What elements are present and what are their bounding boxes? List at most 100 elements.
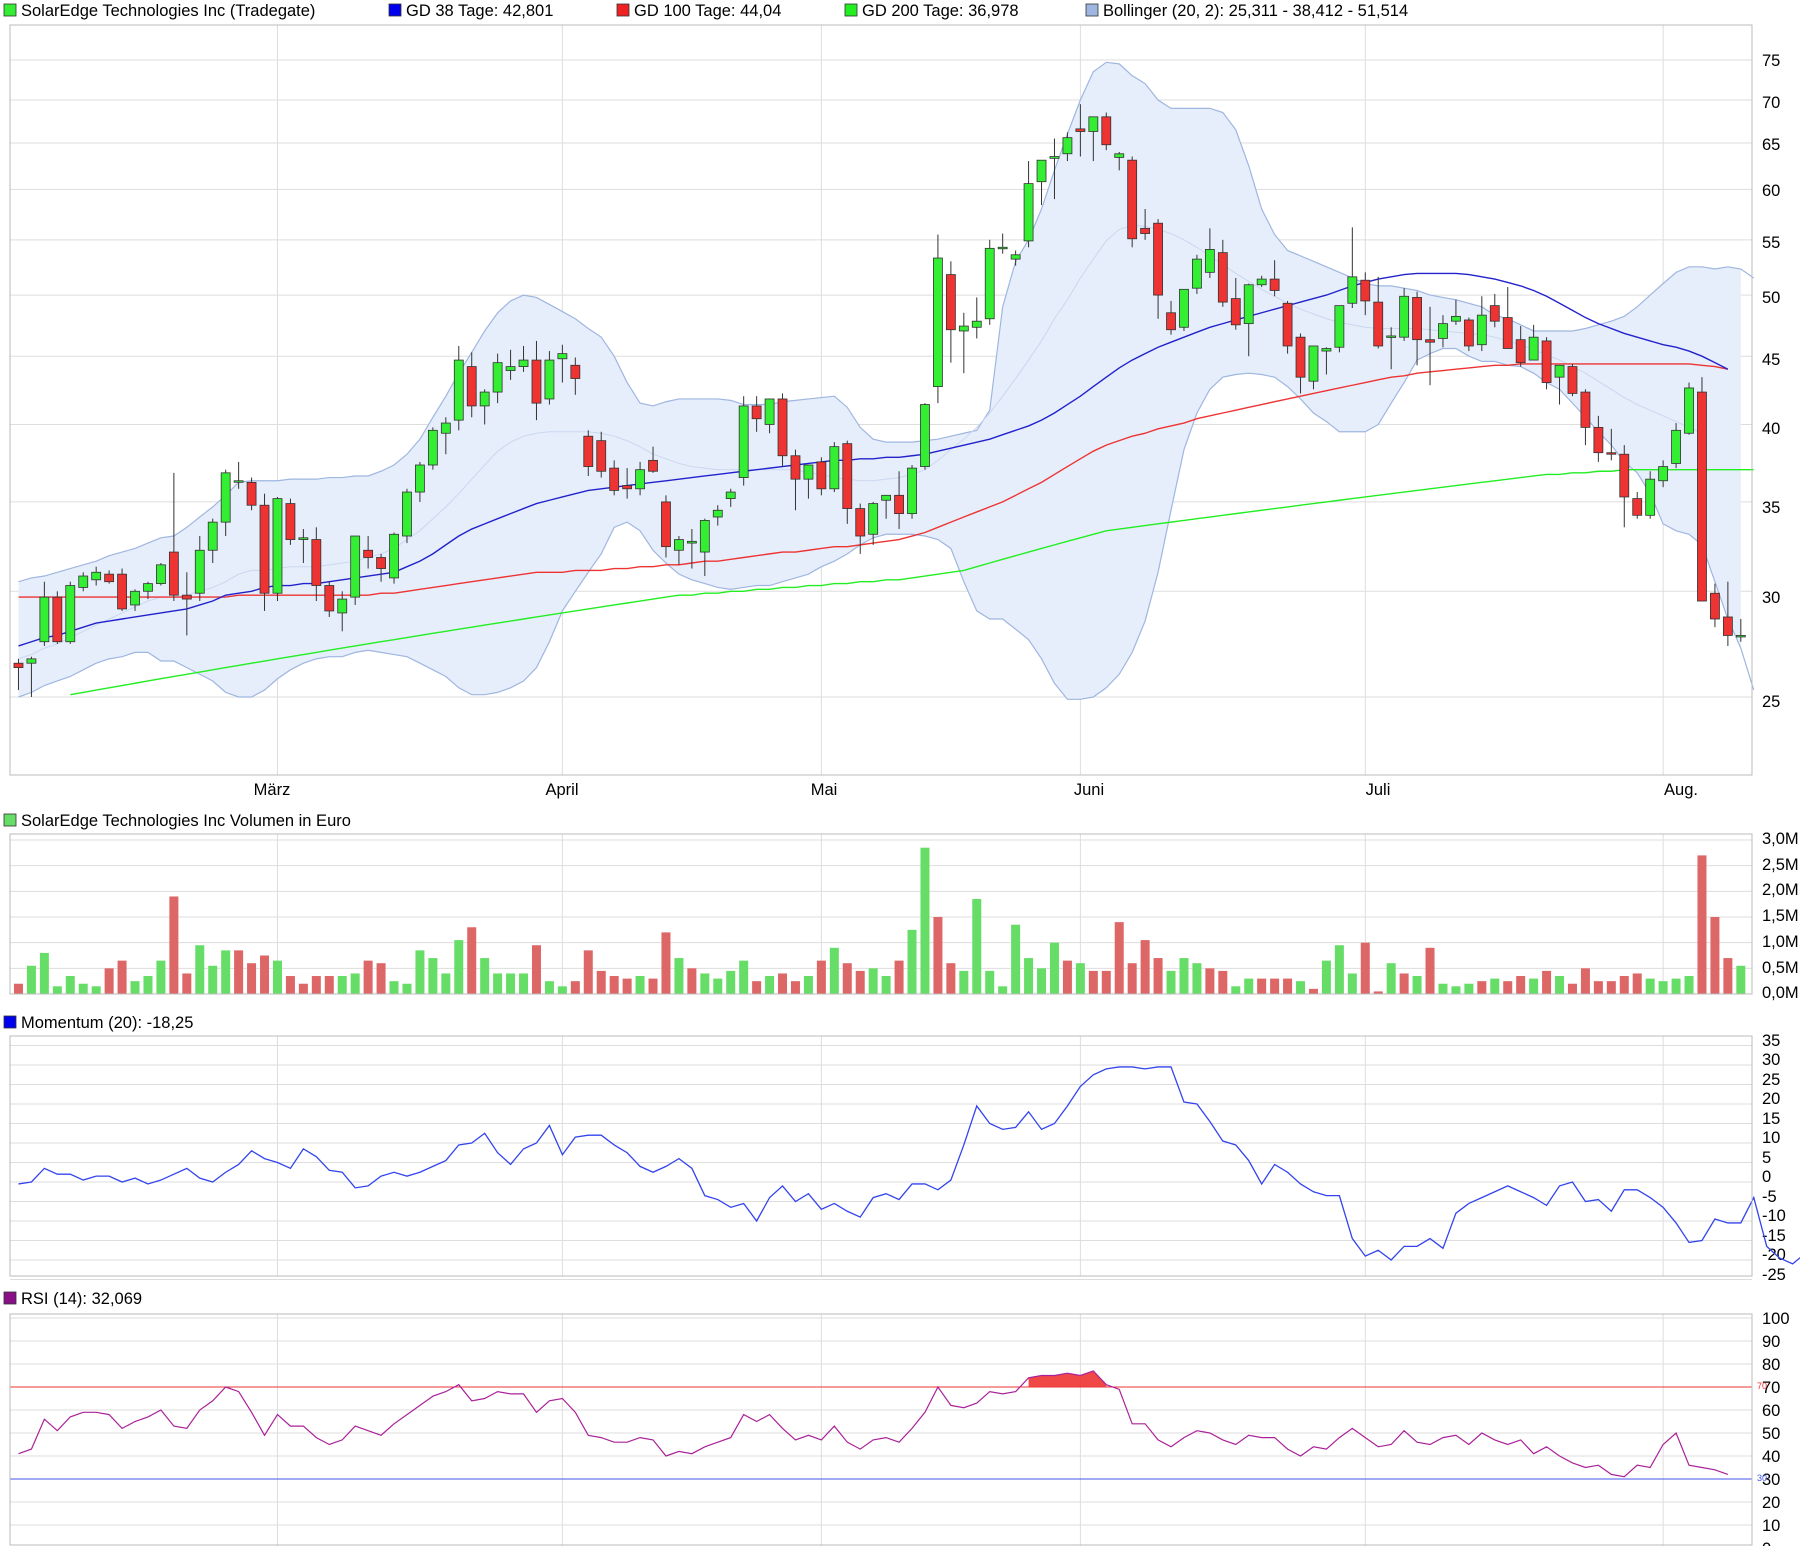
volume-bar — [1334, 945, 1344, 994]
y-tick-label: -20 — [1762, 1246, 1786, 1264]
legend-item-gd100: GD 100 Tage: 44,04 — [616, 2, 781, 20]
candle-body — [1710, 592, 1720, 620]
volume-bar — [1049, 942, 1059, 994]
candle-body — [803, 464, 814, 480]
candle-body — [1140, 227, 1151, 234]
candle-body — [933, 257, 943, 388]
candle — [1282, 300, 1293, 354]
candle-body — [117, 573, 127, 610]
candle-body — [78, 575, 89, 588]
candle-body — [1114, 153, 1125, 158]
legend-swatch — [844, 3, 858, 17]
candle-body — [842, 443, 853, 509]
candle-body — [1023, 183, 1034, 242]
y-tick-label: 2,0M — [1762, 881, 1799, 899]
legend-label: GD 38 Tage: 42,801 — [406, 2, 553, 20]
candle — [1463, 317, 1474, 352]
volume-bar — [208, 965, 218, 994]
candle-body — [1269, 278, 1280, 291]
candle — [920, 403, 930, 470]
volume-bar — [855, 970, 865, 994]
candle-body — [13, 662, 24, 669]
candle — [1101, 112, 1112, 151]
candle-body — [725, 491, 736, 500]
y-tick-label: 2,5M — [1762, 856, 1799, 874]
x-tick-label: Mai — [811, 781, 838, 799]
volume-bar — [1412, 976, 1422, 994]
y-tick-label: 3,0M — [1762, 830, 1799, 848]
volume-bar — [609, 976, 619, 994]
volume-bar — [544, 981, 554, 994]
candle-body — [1295, 336, 1306, 378]
y-tick-label: 35 — [1762, 499, 1780, 517]
candle — [1334, 305, 1345, 353]
volume-bar — [1425, 947, 1435, 994]
y-tick-label: 1,5M — [1762, 907, 1799, 925]
volume-bar — [829, 947, 839, 994]
legend-item-gd38: GD 38 Tage: 42,801 — [388, 2, 553, 20]
volume-bar — [713, 978, 723, 994]
candle-body — [1230, 298, 1241, 326]
volume-bar — [946, 963, 956, 994]
candle-body — [1386, 335, 1397, 338]
candle-body — [1256, 278, 1267, 286]
volume-bar — [1386, 963, 1396, 994]
volume-bar — [1542, 970, 1552, 994]
candle-body — [945, 274, 956, 331]
x-tick-label: Juni — [1074, 781, 1104, 799]
legend-swatch — [388, 3, 402, 17]
candle-body — [1321, 348, 1332, 352]
volume-bar — [622, 978, 632, 994]
legend-label: SolarEdge Technologies Inc (Tradegate) — [21, 2, 315, 20]
candle-body — [181, 594, 192, 600]
candle-body — [376, 557, 386, 569]
candle-body — [1347, 276, 1358, 304]
candle-body — [1412, 297, 1422, 341]
candle-body — [1438, 323, 1448, 339]
candle-body — [777, 398, 788, 457]
y-tick-label: 90 — [1762, 1333, 1780, 1351]
candle-body — [518, 359, 529, 367]
candle-body — [557, 353, 568, 360]
candle-body — [648, 459, 658, 472]
volume-bar — [169, 896, 179, 994]
volume-bar — [130, 981, 140, 994]
volume-bar — [1192, 963, 1202, 994]
candle-body — [1567, 366, 1578, 394]
volume-bar — [1218, 970, 1228, 994]
candle-body — [686, 540, 697, 544]
candle-body — [324, 585, 335, 612]
volume-bar — [389, 981, 399, 994]
candle-body — [609, 467, 620, 491]
legend-swatch — [616, 3, 630, 17]
volume-bar — [907, 929, 917, 994]
volume-bar — [1270, 978, 1280, 994]
volume-bar — [726, 970, 736, 994]
volume-bar — [156, 960, 166, 994]
candle-body — [1697, 391, 1707, 602]
y-tick-label: 70 — [1762, 94, 1780, 112]
candle-body — [1373, 301, 1384, 347]
y-tick-label: -10 — [1762, 1207, 1786, 1225]
y-tick-label: 60 — [1762, 1402, 1780, 1420]
candle-body — [1502, 317, 1513, 349]
candle-body — [272, 498, 283, 594]
volume-bar — [778, 973, 788, 994]
volume-bar — [78, 983, 88, 994]
volume-bar — [1464, 983, 1474, 994]
volume-bar — [959, 970, 969, 994]
candle-body — [427, 429, 438, 466]
volume-bar — [337, 976, 347, 994]
candle — [1179, 288, 1189, 331]
candle — [52, 591, 63, 644]
candle-body — [402, 491, 412, 537]
candle-body — [1541, 340, 1552, 383]
candle-body — [1204, 249, 1215, 273]
x-tick-label: Juli — [1366, 781, 1391, 799]
y-tick-label: 40 — [1762, 1448, 1780, 1466]
candle-body — [1088, 116, 1099, 132]
volume-bar — [1710, 917, 1720, 994]
candle-body — [168, 551, 179, 596]
volume-bar — [985, 970, 995, 994]
candle-body — [1619, 453, 1630, 498]
